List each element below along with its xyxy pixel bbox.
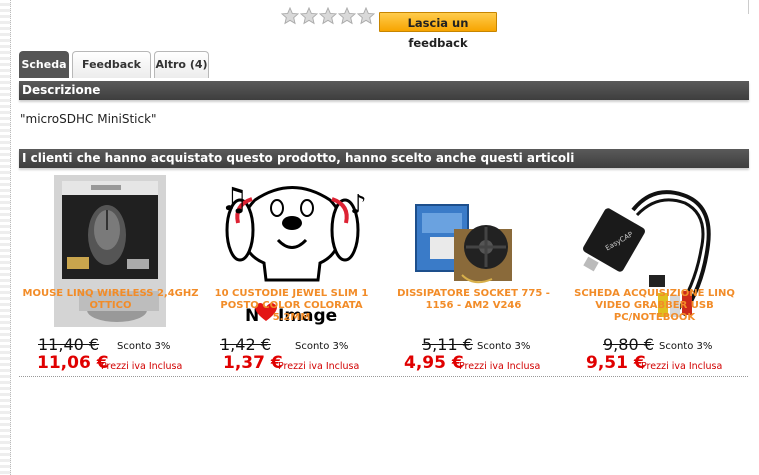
right-rule	[748, 0, 749, 14]
svg-text:♫: ♫	[220, 180, 249, 218]
star-icon[interactable]	[281, 7, 299, 25]
product-name-link[interactable]: SCHEDA ACQUISIZIONE LINQ VIDEO GRABBER U…	[563, 288, 746, 324]
star-icon[interactable]	[338, 7, 356, 25]
discount-label: Sconto 3%	[295, 341, 349, 352]
product-name-link[interactable]: MOUSE LINQ WIRELESS 2,4GHZ OTTICO	[19, 288, 202, 312]
old-price: 1,42 €	[220, 335, 271, 354]
price-note: Prezzi iva Inclusa	[278, 361, 360, 372]
price-note: Prezzi iva Inclusa	[641, 361, 723, 372]
star-rating[interactable]	[281, 7, 375, 27]
price-note: Prezzi iva Inclusa	[101, 361, 183, 372]
tab-altro[interactable]: Altro (4)	[154, 51, 209, 78]
price: 11,06 €	[37, 353, 109, 373]
discount-label: Sconto 3%	[117, 341, 171, 352]
price: 1,37 €	[223, 353, 283, 373]
price: 9,51 €	[586, 353, 646, 373]
old-price: 5,11 €	[422, 335, 473, 354]
star-icon[interactable]	[357, 7, 375, 25]
description-heading: Descrizione	[19, 81, 749, 100]
star-icon[interactable]	[319, 7, 337, 25]
star-icon[interactable]	[300, 7, 318, 25]
leave-feedback-button[interactable]: Lascia un feedback	[379, 12, 497, 50]
product-name-link[interactable]: 10 CUSTODIE JEWEL SLIM 1 POSTO COLOR COL…	[200, 288, 383, 324]
price: 4,95 €	[404, 353, 464, 373]
old-price: 11,40 €	[38, 335, 100, 354]
price-note: Prezzi iva Inclusa	[459, 361, 541, 372]
discount-label: Sconto 3%	[659, 341, 713, 352]
left-rail	[0, 0, 11, 475]
section-divider	[19, 376, 748, 377]
product-name-link[interactable]: DISSIPATORE SOCKET 775 - 1156 - AM2 V246	[382, 288, 565, 312]
old-price: 9,80 €	[603, 335, 654, 354]
tab-feedback[interactable]: Feedback (0)	[72, 51, 151, 96]
svg-text:♪: ♪	[350, 190, 367, 220]
description-text: "microSDHC MiniStick"	[20, 112, 157, 126]
tab-scheda[interactable]: Scheda	[19, 51, 69, 78]
discount-label: Sconto 3%	[477, 341, 531, 352]
related-products-heading: I clienti che hanno acquistato questo pr…	[19, 149, 749, 168]
